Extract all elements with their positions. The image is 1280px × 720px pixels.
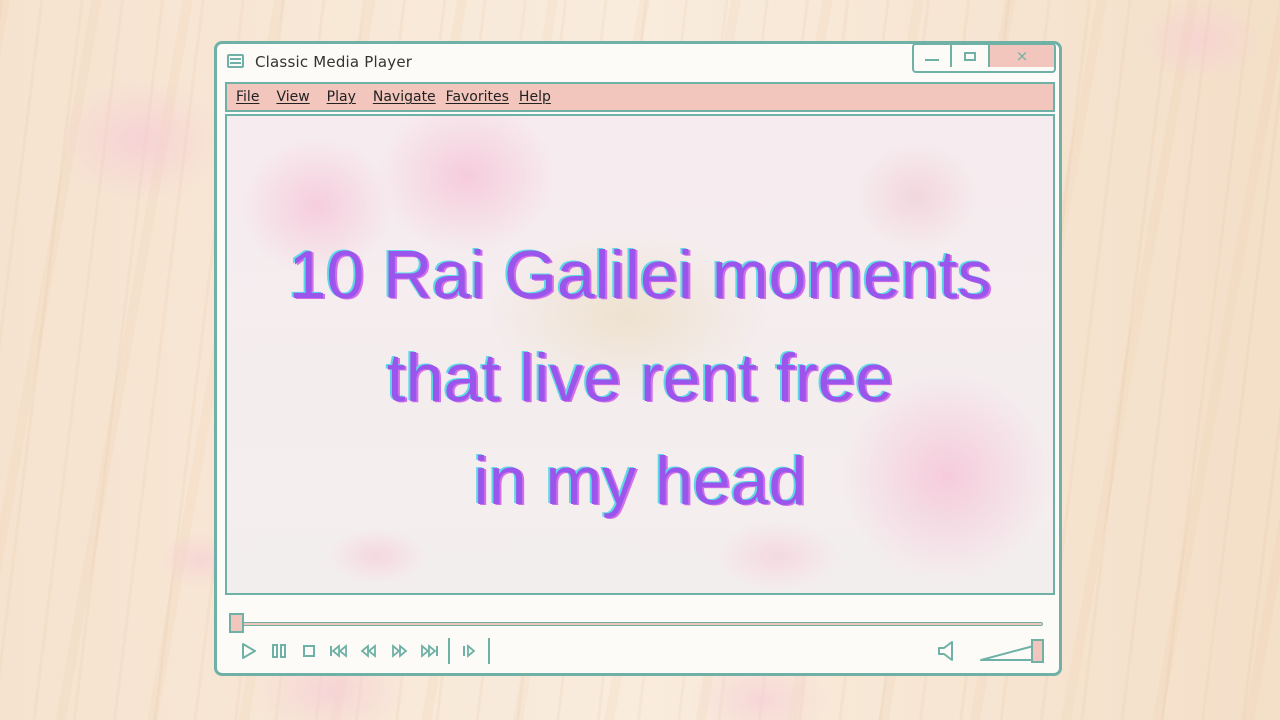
menu-favorites[interactable]: Favorites [446,89,509,105]
window-title: Classic Media Player [255,53,413,71]
video-caption: 10 Rai Galilei moments that live rent fr… [227,224,1053,533]
stop-icon [303,645,315,657]
fast-forward-button[interactable] [384,638,414,664]
skip-forward-button[interactable] [414,638,444,664]
menu-navigate[interactable]: Navigate [373,89,436,105]
seek-handle[interactable] [229,613,244,633]
title-bar[interactable]: Classic Media Player × [217,43,1059,82]
video-viewport[interactable]: 10 Rai Galilei moments that live rent fr… [225,114,1055,595]
controls-divider [448,638,450,664]
pause-button[interactable] [264,638,294,664]
menu-bar: File View Play Navigate Favorites Help [225,82,1055,112]
close-button[interactable]: × [990,45,1054,67]
play-icon [242,643,256,659]
volume-slider[interactable] [979,638,1045,664]
media-player-window: Classic Media Player × File View Play Na… [214,41,1062,676]
rewind-button[interactable] [354,638,384,664]
fast-forward-icon [392,644,408,658]
play-button[interactable] [234,638,264,664]
minimize-button[interactable] [914,45,952,67]
frame-step-icon [463,644,476,658]
pause-icon [272,644,286,658]
rewind-icon [360,644,376,658]
menu-view[interactable]: View [276,89,309,105]
caption-line: 10 Rai Galilei moments [288,237,992,313]
menu-help[interactable]: Help [519,89,551,105]
media-player-icon [227,54,244,68]
minimize-icon [925,59,939,61]
menu-play[interactable]: Play [327,89,356,105]
caption-line: in my head [473,443,807,519]
speaker-icon[interactable] [937,640,957,662]
maximize-icon [964,51,976,61]
caption-line: that live rent free [386,340,894,416]
playback-controls [234,638,494,664]
controls-divider [488,638,490,664]
seek-bar[interactable] [229,613,1043,633]
menu-file[interactable]: File [236,89,259,105]
volume-control [937,638,1047,664]
frame-step-button[interactable] [454,638,484,664]
window-controls: × [912,43,1056,73]
seek-track[interactable] [235,622,1043,626]
skip-forward-icon [421,644,438,658]
stop-button[interactable] [294,638,324,664]
volume-handle[interactable] [1031,639,1044,663]
maximize-button[interactable] [952,45,990,67]
skip-back-button[interactable] [324,638,354,664]
close-icon: × [1015,47,1029,65]
skip-back-icon [330,644,347,658]
